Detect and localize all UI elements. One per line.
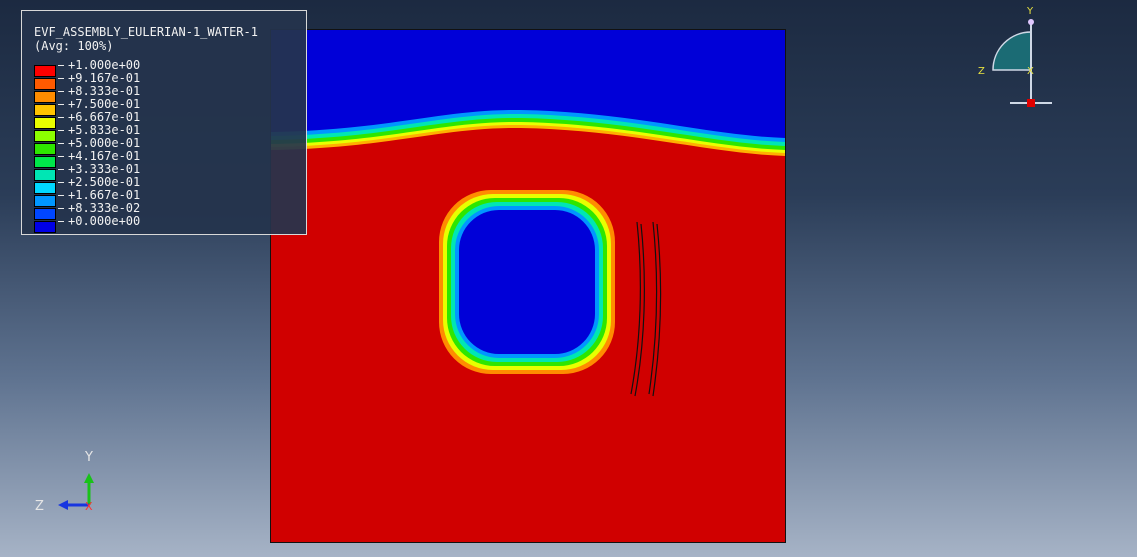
legend-tick bbox=[58, 130, 64, 131]
legend-subtitle: (Avg: 100%) bbox=[34, 39, 114, 53]
eulerian-contour-plot[interactable] bbox=[270, 29, 786, 543]
legend-swatch bbox=[34, 117, 56, 129]
legend-swatch bbox=[34, 156, 56, 168]
legend-tick bbox=[58, 117, 64, 118]
legend-tick bbox=[58, 65, 64, 66]
legend-swatch bbox=[34, 208, 56, 220]
legend-swatch bbox=[34, 78, 56, 90]
legend-title: EVF_ASSEMBLY_EULERIAN-1_WATER-1 bbox=[34, 25, 258, 39]
orientation-triad: Y Z X bbox=[978, 6, 1052, 107]
legend-tick bbox=[58, 208, 64, 209]
viewport[interactable]: EVF_ASSEMBLY_EULERIAN-1_WATER-1 (Avg: 10… bbox=[0, 0, 1137, 557]
legend-swatch bbox=[34, 221, 56, 233]
legend-swatch bbox=[34, 104, 56, 116]
view-triad: Y Z X bbox=[35, 450, 94, 514]
legend-tick bbox=[58, 195, 64, 196]
legend-color-bar bbox=[34, 65, 56, 234]
triad-right-x-label: X bbox=[1027, 66, 1034, 77]
triad-quarter-disc bbox=[992, 31, 1032, 71]
legend-swatch bbox=[34, 91, 56, 103]
legend-swatch bbox=[34, 195, 56, 207]
triad-right-z-label: Z bbox=[978, 66, 985, 77]
legend-tick bbox=[58, 143, 64, 144]
legend-tick bbox=[58, 156, 64, 157]
contour-legend[interactable]: EVF_ASSEMBLY_EULERIAN-1_WATER-1 (Avg: 10… bbox=[21, 10, 307, 235]
legend-tick bbox=[58, 91, 64, 92]
contour-svg bbox=[271, 30, 785, 542]
legend-tick bbox=[58, 104, 64, 105]
triad-x-label: X bbox=[85, 500, 93, 513]
triad-y-label: Y bbox=[84, 450, 93, 465]
legend-swatch bbox=[34, 143, 56, 155]
legend-tick bbox=[58, 169, 64, 170]
legend-tick bbox=[58, 78, 64, 79]
cavity-void bbox=[459, 210, 595, 354]
legend-swatch bbox=[34, 182, 56, 194]
legend-value: +0.000e+00 bbox=[68, 214, 141, 228]
legend-swatch bbox=[34, 65, 56, 77]
legend-labels: +1.000e+00 +9.167e-01 +8.333e-01 +7.500e-01… bbox=[58, 59, 140, 228]
triad-right-y-label: Y bbox=[1026, 6, 1034, 17]
legend-tick bbox=[58, 221, 64, 222]
legend-entry: +0.000e+00 bbox=[58, 215, 140, 228]
legend-swatch bbox=[34, 169, 56, 181]
triad-z-label: Z bbox=[35, 499, 44, 514]
legend-tick bbox=[58, 182, 64, 183]
y-axis-arrowhead bbox=[84, 473, 94, 483]
triad-y-endpoint bbox=[1028, 19, 1034, 25]
legend-swatch bbox=[34, 130, 56, 142]
z-axis-arrowhead bbox=[58, 500, 68, 510]
triad-origin-marker bbox=[1027, 99, 1035, 107]
